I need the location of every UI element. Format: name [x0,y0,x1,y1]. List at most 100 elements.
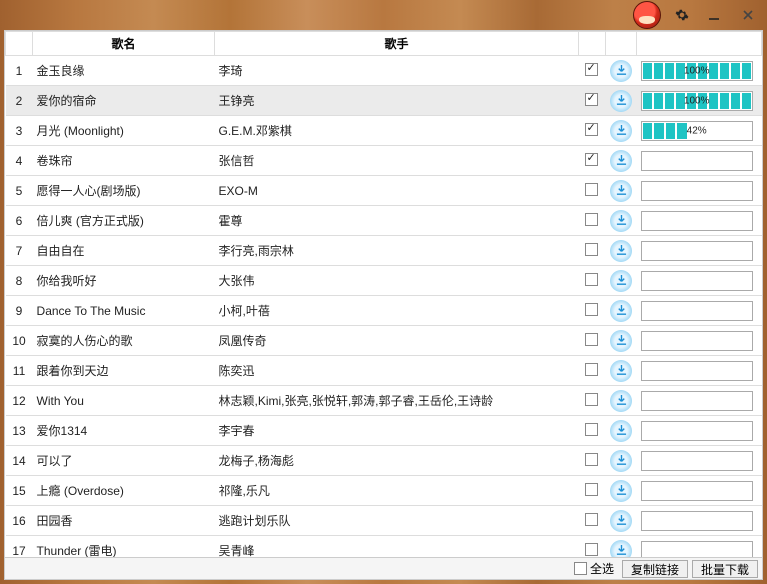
col-artist-header[interactable]: 歌手 [215,32,579,56]
download-icon[interactable] [610,60,632,82]
download-icon[interactable] [610,300,632,322]
row-checkbox[interactable] [585,513,598,526]
titlebar [0,0,767,30]
settings-button[interactable] [667,4,697,26]
progress-bar [641,301,753,321]
download-icon[interactable] [610,240,632,262]
download-icon[interactable] [610,330,632,352]
row-number: 1 [6,56,33,86]
song-name: 跟着你到天边 [33,356,215,386]
row-checkbox[interactable] [585,273,598,286]
table-row[interactable]: 1金玉良缘李琦100% [6,56,762,86]
table-row[interactable]: 4卷珠帘张信哲 [6,146,762,176]
row-checkbox[interactable] [585,63,598,76]
row-checkbox[interactable] [585,393,598,406]
row-checkbox[interactable] [585,363,598,376]
table-row[interactable]: 5愿得一人心(剧场版)EXO-M [6,176,762,206]
table-row[interactable]: 8你给我听好大张伟 [6,266,762,296]
download-icon[interactable] [610,270,632,292]
row-check-cell [578,326,605,356]
row-progress-cell [637,236,762,266]
row-download-cell [605,86,636,116]
row-checkbox[interactable] [585,93,598,106]
row-download-cell [605,296,636,326]
row-number: 16 [6,506,33,536]
download-icon[interactable] [610,210,632,232]
close-button[interactable] [731,4,765,26]
row-progress-cell [637,326,762,356]
row-checkbox[interactable] [585,333,598,346]
table-row[interactable]: 7自由自在李行亮,雨宗林 [6,236,762,266]
table-row[interactable]: 11跟着你到天边陈奕迅 [6,356,762,386]
progress-bar [641,541,753,558]
progress-bar [641,271,753,291]
row-checkbox[interactable] [585,243,598,256]
row-number: 11 [6,356,33,386]
row-progress-cell [637,386,762,416]
download-icon[interactable] [610,390,632,412]
download-icon[interactable] [610,360,632,382]
row-number: 14 [6,446,33,476]
download-icon[interactable] [610,150,632,172]
table-row[interactable]: 12With You林志颖,Kimi,张亮,张悦轩,郭涛,郭子睿,王岳伦,王诗龄 [6,386,762,416]
row-progress-cell [637,206,762,236]
row-checkbox[interactable] [585,123,598,136]
row-download-cell [605,116,636,146]
table-row[interactable]: 14可以了龙梅子,杨海彪 [6,446,762,476]
song-name: 爱你的宿命 [33,86,215,116]
table-row[interactable]: 6倍儿爽 (官方正式版)霍尊 [6,206,762,236]
download-icon[interactable] [610,90,632,112]
song-table-scroll[interactable]: 歌名 歌手 1金玉良缘李琦100%2爱你的宿命王铮亮100%3月光 (Moonl… [5,31,762,557]
select-all-wrap[interactable]: 全选 [574,560,614,577]
row-progress-cell [637,536,762,558]
download-icon[interactable] [610,480,632,502]
col-song-header[interactable]: 歌名 [33,32,215,56]
row-check-cell [578,86,605,116]
select-all-checkbox[interactable] [574,562,587,575]
artist-name: 龙梅子,杨海彪 [215,446,579,476]
row-checkbox[interactable] [585,303,598,316]
download-icon[interactable] [610,450,632,472]
row-checkbox[interactable] [585,213,598,226]
table-row[interactable]: 15上瘾 (Overdose)祁隆,乐凡 [6,476,762,506]
download-icon[interactable] [610,510,632,532]
minimize-button[interactable] [699,4,729,26]
table-row[interactable]: 17Thunder (雷电)吴青峰 [6,536,762,558]
row-number: 5 [6,176,33,206]
song-name: 寂寞的人伤心的歌 [33,326,215,356]
table-row[interactable]: 2爱你的宿命王铮亮100% [6,86,762,116]
copy-link-button[interactable]: 复制链接 [622,560,688,578]
download-icon[interactable] [610,120,632,142]
row-checkbox[interactable] [585,453,598,466]
row-check-cell [578,446,605,476]
row-checkbox[interactable] [585,423,598,436]
progress-bar [641,421,753,441]
download-icon[interactable] [610,540,632,558]
table-row[interactable]: 10寂寞的人伤心的歌凤凰传奇 [6,326,762,356]
song-name: 田园香 [33,506,215,536]
row-check-cell [578,356,605,386]
artist-name: 逃跑计划乐队 [215,506,579,536]
batch-download-button[interactable]: 批量下载 [692,560,758,578]
row-checkbox[interactable] [585,153,598,166]
table-row[interactable]: 3月光 (Moonlight)G.E.M.邓紫棋42% [6,116,762,146]
row-check-cell [578,206,605,236]
table-row[interactable]: 13爱你1314李宇春 [6,416,762,446]
song-name: With You [33,386,215,416]
row-number: 13 [6,416,33,446]
song-name: 你给我听好 [33,266,215,296]
progress-bar [641,511,753,531]
download-icon[interactable] [610,420,632,442]
download-icon[interactable] [610,180,632,202]
row-checkbox[interactable] [585,483,598,496]
table-row[interactable]: 9Dance To The Music小柯,叶蓓 [6,296,762,326]
row-checkbox[interactable] [585,543,598,556]
row-download-cell [605,356,636,386]
song-name: 上瘾 (Overdose) [33,476,215,506]
row-checkbox[interactable] [585,183,598,196]
row-progress-cell [637,146,762,176]
row-number: 2 [6,86,33,116]
row-number: 12 [6,386,33,416]
table-row[interactable]: 16田园香逃跑计划乐队 [6,506,762,536]
song-name: 愿得一人心(剧场版) [33,176,215,206]
